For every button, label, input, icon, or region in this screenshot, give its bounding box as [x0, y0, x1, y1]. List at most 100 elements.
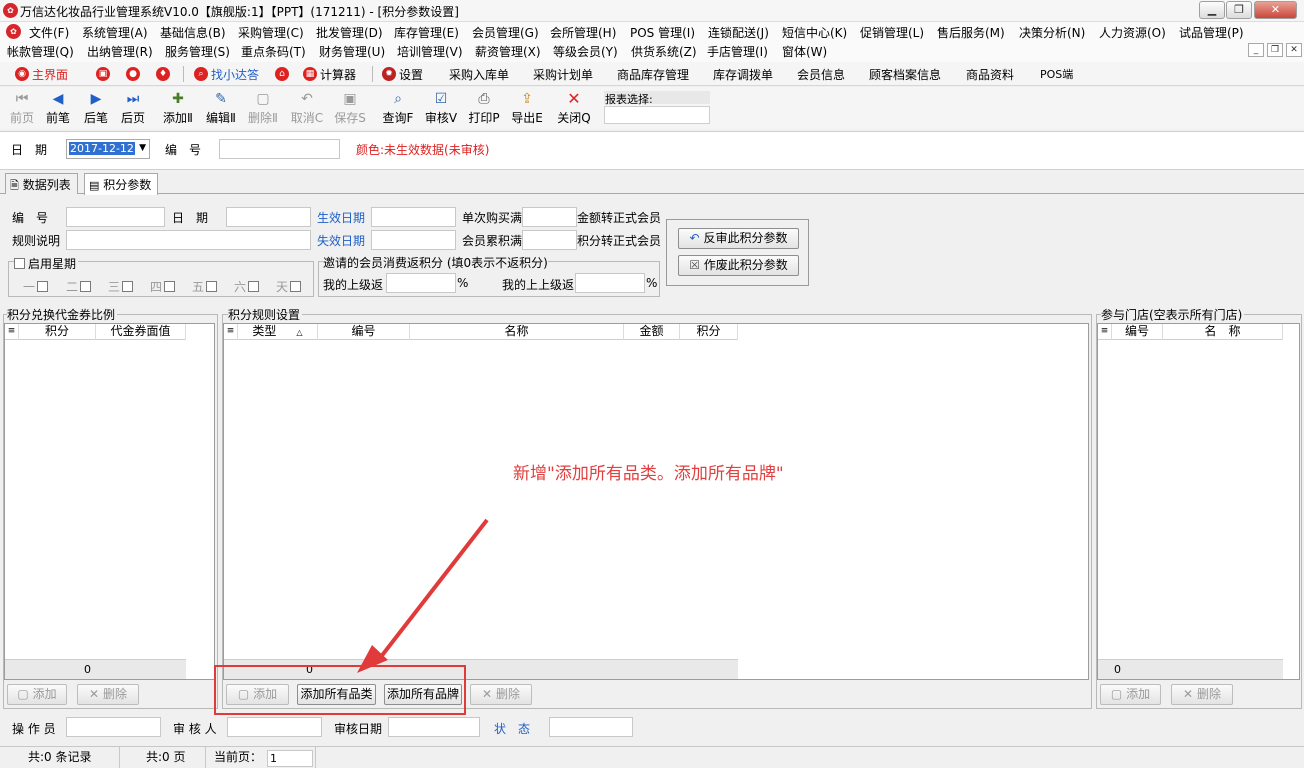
void-button[interactable]: ☒ 作废此积分参数	[678, 255, 799, 276]
menu-hr[interactable]: 人力资源(O)	[1099, 24, 1166, 41]
tab-data-list[interactable]: 🗎 数据列表	[5, 173, 78, 194]
next-record-button[interactable]: ▶ 后笔	[78, 90, 114, 128]
weekday-4[interactable]: 四	[150, 278, 176, 295]
menu-finance[interactable]: 财务管理(U)	[319, 43, 385, 60]
member-accumulate-input[interactable]	[522, 230, 577, 250]
menu-basic-info[interactable]: 基础信息(B)	[160, 24, 226, 41]
left-add-button[interactable]: ▢ 添加	[7, 684, 67, 705]
edit-button[interactable]: ✎ 编辑Ⅱ	[203, 90, 239, 128]
menu-window[interactable]: 窗体(W)	[782, 43, 827, 60]
form-date-input[interactable]	[226, 207, 311, 227]
menu-chain[interactable]: 连锁配送(J)	[708, 24, 769, 41]
print-button[interactable]: ⎙ 打印P	[466, 90, 502, 128]
menu-accounts[interactable]: 帐款管理(Q)	[7, 43, 74, 60]
menu-system[interactable]: 系统管理(A)	[82, 24, 148, 41]
col-points[interactable]: 积分	[19, 324, 96, 340]
enable-week-checkbox[interactable]	[14, 258, 25, 269]
status-input[interactable]	[549, 717, 633, 737]
col-points[interactable]: 积分	[680, 324, 738, 340]
menu-training[interactable]: 培训管理(V)	[397, 43, 463, 60]
link-stock-manage[interactable]: 商品库存管理	[617, 65, 689, 83]
add-all-brands-button[interactable]: 添加所有品牌	[384, 684, 462, 705]
query-button[interactable]: ⌕ 查询F	[380, 90, 416, 128]
expire-date-input[interactable]	[371, 230, 456, 250]
menu-level-member[interactable]: 等级会员(Y)	[553, 43, 618, 60]
settings-button[interactable]: ✹ 设置	[382, 65, 423, 83]
effective-date-input[interactable]	[371, 207, 456, 227]
col-store-name[interactable]: 名 称	[1163, 324, 1283, 340]
mdi-close-button[interactable]: ✕	[1286, 43, 1302, 57]
first-page-button[interactable]: ⏮ 前页	[4, 90, 40, 128]
auditor-input[interactable]	[227, 717, 322, 737]
left-delete-button[interactable]: ✕ 删除	[77, 684, 139, 705]
col-type[interactable]: 类型 △	[238, 324, 318, 340]
weekday-5[interactable]: 五	[192, 278, 218, 295]
export-button[interactable]: ⇪ 导出E	[509, 90, 545, 128]
menu-inventory[interactable]: 库存管理(E)	[394, 24, 459, 41]
weekday-6[interactable]: 六	[234, 278, 260, 295]
exchange-grid[interactable]: ≡ 积分 代金券面值 0	[4, 323, 215, 680]
menu-wholesale[interactable]: 批发管理(D)	[316, 24, 383, 41]
col-name[interactable]: 名称	[410, 324, 624, 340]
close-window-button[interactable]: ✕	[1254, 1, 1297, 19]
add-button[interactable]: ✚ 添加Ⅱ	[160, 90, 196, 128]
save-button[interactable]: ▣ 保存S	[332, 90, 368, 128]
mid-delete-button[interactable]: ✕ 删除	[470, 684, 532, 705]
link-purchase-inbound[interactable]: 采购入库单	[449, 65, 509, 83]
menu-sample[interactable]: 试品管理(P)	[1179, 24, 1244, 41]
link-pos[interactable]: POS端	[1040, 65, 1073, 83]
mid-add-button[interactable]: ▢ 添加	[226, 684, 289, 705]
menu-analysis[interactable]: 决策分析(N)	[1019, 24, 1085, 41]
audit-date-input[interactable]	[388, 717, 480, 737]
find-button[interactable]: ⌕ 找小达答	[194, 65, 259, 83]
rule-desc-input[interactable]	[66, 230, 311, 250]
menu-shop[interactable]: 手店管理(I)	[707, 43, 768, 60]
menu-file[interactable]: 文件(F)	[29, 24, 69, 41]
date-picker[interactable]: 2017-12-12 ▼	[66, 139, 150, 159]
rules-grid[interactable]: ≡ 类型 △ 编号 名称 金额 积分 0	[223, 323, 1089, 680]
menu-promotion[interactable]: 促销管理(L)	[860, 24, 924, 41]
report-select-input[interactable]	[604, 106, 710, 124]
house-shortcut[interactable]: ⌂	[275, 65, 292, 83]
single-purchase-input[interactable]	[522, 207, 577, 227]
link-customer[interactable]: 顾客档案信息	[869, 65, 941, 83]
link-transfer[interactable]: 库存调拨单	[713, 65, 773, 83]
maximize-button[interactable]: ❐	[1226, 1, 1252, 19]
menu-aftersale[interactable]: 售后服务(M)	[937, 24, 1005, 41]
menu-member[interactable]: 会员管理(G)	[472, 24, 539, 41]
right-delete-button[interactable]: ✕ 删除	[1171, 684, 1233, 705]
menu-barcode[interactable]: 重点条码(T)	[241, 43, 306, 60]
menu-purchase[interactable]: 采购管理(C)	[238, 24, 304, 41]
tip-shortcut[interactable]: ♦	[156, 65, 173, 83]
menu-club[interactable]: 会所管理(H)	[550, 24, 616, 41]
weekday-1[interactable]: 一	[23, 278, 49, 295]
my-upper2-input[interactable]	[575, 273, 645, 293]
home-button[interactable]: ◉ 主界面	[15, 65, 68, 83]
delete-button[interactable]: ▢ 删除Ⅱ	[245, 90, 281, 128]
prev-record-button[interactable]: ◀ 前笔	[40, 90, 76, 128]
add-all-categories-button[interactable]: 添加所有品类	[297, 684, 376, 705]
weekday-7[interactable]: 天	[276, 278, 302, 295]
last-page-button[interactable]: ⏭ 后页	[115, 90, 151, 128]
enable-week-toggle[interactable]: 启用星期	[14, 255, 79, 272]
weekday-2[interactable]: 二	[66, 278, 92, 295]
chat-shortcut[interactable]: ●	[126, 65, 143, 83]
mdi-minimize-button[interactable]: _	[1248, 43, 1264, 57]
link-member-info[interactable]: 会员信息	[797, 65, 845, 83]
mdi-restore-button[interactable]: ❐	[1267, 43, 1283, 57]
link-purchase-plan[interactable]: 采购计划单	[533, 65, 593, 83]
menu-sms[interactable]: 短信中心(K)	[782, 24, 847, 41]
operator-input[interactable]	[66, 717, 161, 737]
menu-supply[interactable]: 供货系统(Z)	[631, 43, 697, 60]
right-add-button[interactable]: ▢ 添加	[1100, 684, 1161, 705]
close-button[interactable]: ✕ 关闭Q	[556, 90, 592, 128]
audit-button[interactable]: ☑ 审核V	[423, 90, 459, 128]
lock-shortcut[interactable]: ▣	[96, 65, 113, 83]
menu-service[interactable]: 服务管理(S)	[165, 43, 230, 60]
col-store-number[interactable]: 编号	[1112, 324, 1163, 340]
tab-points-params[interactable]: ▤ 积分参数	[84, 173, 159, 195]
my-upper-input[interactable]	[386, 273, 456, 293]
col-number[interactable]: 编号	[318, 324, 410, 340]
col-voucher-value[interactable]: 代金券面值	[96, 324, 186, 340]
minimize-button[interactable]: ▁	[1199, 1, 1225, 19]
